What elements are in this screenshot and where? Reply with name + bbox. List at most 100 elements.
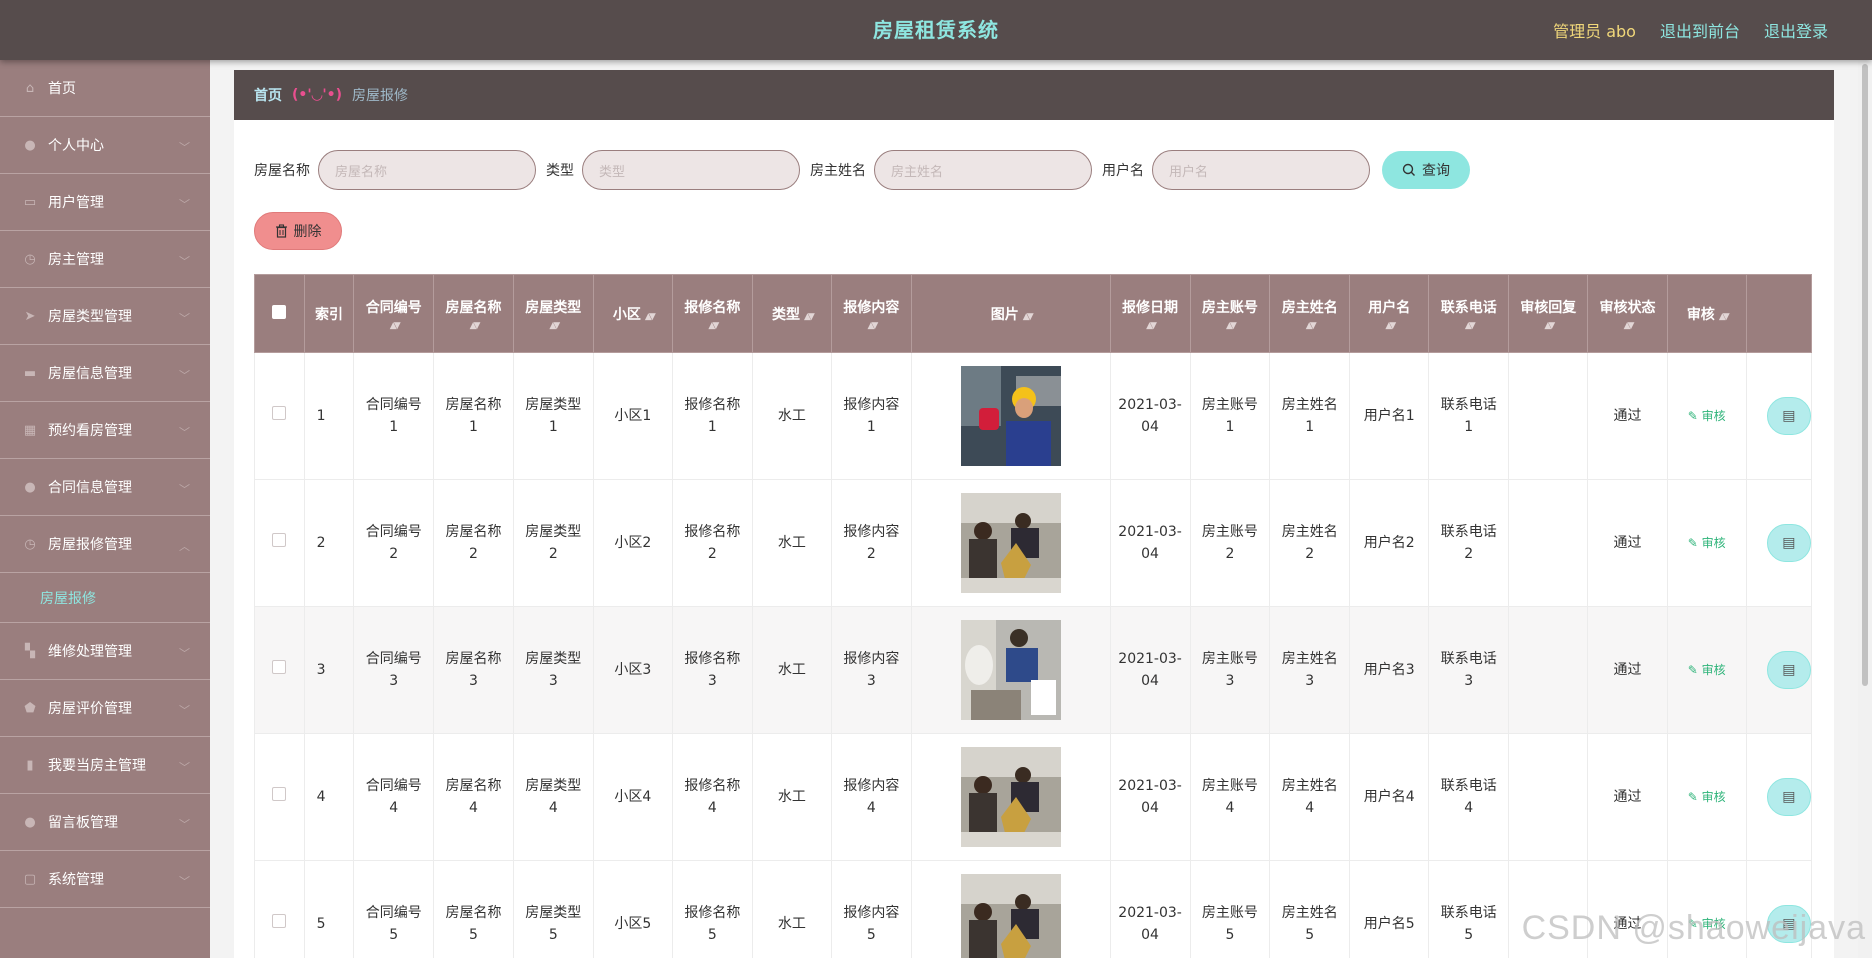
column-header[interactable]: 联系电话 ▲▼: [1428, 274, 1510, 353]
column-header[interactable]: 审核 ▲▼: [1666, 274, 1747, 353]
cell-contract: 合同编号4: [353, 733, 435, 861]
column-header[interactable]: 房屋名称 ▲▼: [433, 274, 514, 353]
row-checkbox[interactable]: [272, 406, 287, 420]
sort-icon[interactable]: ▲▼: [1511, 321, 1585, 331]
page-scrollbar[interactable]: [1858, 60, 1872, 958]
sidebar-item-label: 房屋报修管理: [48, 537, 132, 553]
sort-icon[interactable]: ▲▼: [1590, 321, 1664, 331]
sort-icon[interactable]: ▲▼: [1193, 321, 1268, 331]
column-header[interactable]: 审核回复 ▲▼: [1508, 274, 1589, 353]
repair-photo[interactable]: [960, 874, 1061, 958]
repair-photo[interactable]: [960, 747, 1061, 847]
sidebar-item[interactable]: ● 留言板管理 ﹀: [0, 794, 210, 851]
sidebar-item-label: 留言板管理: [48, 815, 118, 831]
apps-icon: ▚: [25, 643, 35, 659]
sidebar-item[interactable]: ▬ 房屋信息管理 ﹀: [0, 345, 210, 402]
sidebar-item[interactable]: ▢ 系统管理 ﹀: [0, 851, 210, 908]
sort-icon[interactable]: ▲▼: [516, 321, 591, 331]
column-header[interactable]: 合同编号 ▲▼: [353, 274, 435, 353]
type-input[interactable]: 类型: [582, 150, 800, 190]
sort-icon[interactable]: ▲▼: [1272, 321, 1347, 331]
detail-button[interactable]: ▤: [1766, 397, 1811, 435]
sort-icon[interactable]: ▲▼: [1113, 321, 1188, 331]
column-header[interactable]: 报修日期 ▲▼: [1109, 274, 1191, 353]
sidebar-item[interactable]: ▭ 用户管理 ﹀: [0, 174, 210, 231]
sidebar-item[interactable]: ➤ 房屋类型管理 ﹀: [0, 288, 210, 345]
sidebar-item[interactable]: ▮ 我要当房主管理 ﹀: [0, 737, 210, 794]
column-header[interactable]: 审核状态 ▲▼: [1587, 274, 1668, 353]
column-header[interactable]: 报修名称 ▲▼: [671, 274, 753, 353]
sidebar-item[interactable]: ● 合同信息管理 ﹀: [0, 459, 210, 516]
audit-link[interactable]: ✎ 审核: [1688, 536, 1726, 550]
sidebar-item[interactable]: ⌂ 首页: [0, 60, 210, 117]
column-header[interactable]: 用户名 ▲▼: [1349, 274, 1430, 353]
cell-repair-name: 报修名称2: [671, 479, 753, 607]
repair-photo[interactable]: [960, 620, 1061, 720]
cell-text: 房主姓名4: [1281, 778, 1338, 816]
column-header[interactable]: 房主姓名 ▲▼: [1269, 274, 1351, 353]
sort-icon[interactable]: ▲▼: [834, 321, 909, 331]
column-header-label: 联系电话: [1440, 299, 1497, 316]
cell-text: 2021-03-04: [1118, 651, 1182, 689]
logout-link[interactable]: 退出登录: [1764, 18, 1828, 42]
row-checkbox[interactable]: [272, 660, 287, 674]
sort-icon[interactable]: ▲▼: [645, 312, 656, 322]
cell-date: 2021-03-04: [1109, 606, 1191, 734]
column-header[interactable]: 类型 ▲▼: [751, 274, 833, 353]
house-name-input[interactable]: 房屋名称: [318, 150, 536, 190]
sort-icon[interactable]: ▲▼: [1352, 321, 1426, 331]
table-row[interactable]: 3 合同编号3 房屋名称3 房屋类型3 小区3 报修名称3 水工 报修内容3 2021-03-0…: [254, 606, 1812, 734]
column-header[interactable]: 房主账号 ▲▼: [1189, 274, 1271, 353]
row-checkbox[interactable]: [272, 533, 287, 547]
sort-icon[interactable]: ▲▼: [675, 321, 750, 331]
column-header[interactable]: 房屋类型 ▲▼: [512, 274, 594, 353]
back-to-frontend-link[interactable]: 退出到前台: [1660, 18, 1740, 42]
table-row[interactable]: 4 合同编号4 房屋名称4 房屋类型4 小区4 报修名称4 水工 报修内容4 2021-03-0…: [254, 733, 1812, 861]
column-header[interactable]: 图片 ▲▼: [910, 274, 1111, 353]
search-label-house-name: 房屋名称: [254, 163, 310, 179]
sidebar-item[interactable]: ⬟ 房屋评价管理 ﹀: [0, 680, 210, 737]
sort-icon[interactable]: ▲▼: [1023, 312, 1034, 322]
query-button[interactable]: 查询: [1382, 151, 1470, 189]
sort-icon[interactable]: ▲▼: [356, 321, 431, 331]
cell-text: 房屋名称4: [445, 778, 502, 816]
audit-link[interactable]: ✎ 审核: [1688, 663, 1726, 677]
sidebar-item[interactable]: ▦ 预约看房管理 ﹀: [0, 402, 210, 459]
row-checkbox[interactable]: [272, 787, 287, 801]
detail-button[interactable]: ▤: [1766, 778, 1811, 816]
audit-link[interactable]: ✎ 审核: [1688, 790, 1726, 804]
cell-contract: 合同编号3: [353, 606, 435, 734]
cell-community: 小区5: [592, 860, 673, 958]
username-input[interactable]: 用户名: [1152, 150, 1370, 190]
breadcrumb-home[interactable]: 首页: [254, 85, 282, 105]
audit-link[interactable]: ✎ 审核: [1688, 409, 1726, 423]
table-row[interactable]: 1 合同编号1 房屋名称1 房屋类型1 小区1 报修名称1 水工 报修内容1 2021-03-0…: [254, 352, 1812, 480]
column-header[interactable]: 小区 ▲▼: [592, 274, 673, 353]
edit-icon: ✎: [1687, 409, 1702, 423]
breadcrumb-current: 房屋报修: [352, 88, 409, 104]
sidebar-item[interactable]: ◷ 房主管理 ﹀: [0, 231, 210, 288]
sort-icon[interactable]: ▲▼: [804, 312, 815, 322]
column-header: 索引: [303, 274, 355, 353]
top-header: 房屋租赁系统 管理员 abo 退出到前台 退出登录: [0, 0, 1872, 60]
sort-icon[interactable]: ▲▼: [436, 321, 511, 331]
sidebar-item[interactable]: ▚ 维修处理管理 ﹀: [0, 623, 210, 680]
detail-button[interactable]: ▤: [1766, 651, 1811, 689]
delete-button[interactable]: 删除: [254, 212, 342, 250]
sort-icon[interactable]: ▲▼: [1431, 321, 1506, 331]
column-header[interactable]: 报修内容 ▲▼: [831, 274, 912, 353]
select-all-checkbox[interactable]: [272, 304, 287, 319]
sort-icon[interactable]: ▲▼: [1719, 312, 1730, 322]
row-checkbox[interactable]: [272, 914, 287, 928]
sidebar-subitem-house-repair[interactable]: 房屋报修: [0, 573, 210, 623]
sidebar-item[interactable]: ◷ 房屋报修管理 ︿: [0, 516, 210, 573]
owner-name-input[interactable]: 房主姓名: [874, 150, 1092, 190]
table-row[interactable]: 2 合同编号2 房屋名称2 房屋类型2 小区2 报修名称2 水工 报修内容2 2021-03-0…: [254, 479, 1812, 607]
repair-photo[interactable]: [960, 366, 1061, 466]
cell-reply: [1508, 479, 1589, 607]
scrollbar-thumb[interactable]: [1862, 64, 1868, 686]
sidebar-item[interactable]: ● 个人中心 ﹀: [0, 117, 210, 174]
detail-button[interactable]: ▤: [1766, 524, 1811, 562]
repair-photo[interactable]: [960, 493, 1061, 593]
user-icon: ●: [24, 479, 36, 495]
